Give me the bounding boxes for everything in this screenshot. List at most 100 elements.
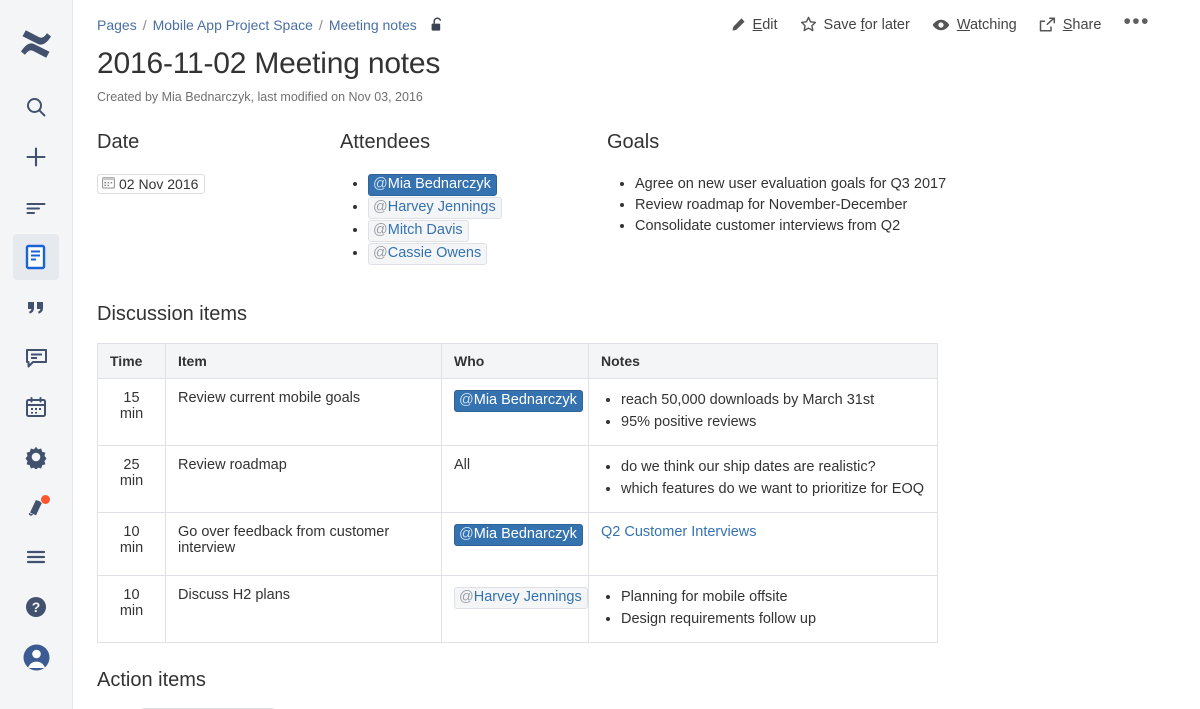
date-value-chip[interactable]: 02 Nov 2016 [97, 174, 205, 194]
save-for-later-button[interactable]: Save for later [800, 16, 910, 33]
breadcrumb-item-space[interactable]: Mobile App Project Space [153, 17, 313, 33]
plus-icon[interactable] [13, 134, 59, 180]
at-symbol: @ [373, 199, 388, 215]
mention-name: Harvey Jennings [388, 199, 496, 215]
save-for-later-label: Save for later [824, 17, 910, 33]
share-button[interactable]: Share [1039, 17, 1102, 33]
notes-list: Planning for mobile offsite Design requi… [601, 587, 925, 629]
notes-list: reach 50,000 downloads by March 31st 95%… [601, 390, 925, 432]
quote-icon[interactable] [13, 284, 59, 330]
table-row: 25 min Review roadmap All do we think ou… [98, 446, 938, 513]
discussion-items-table: Time Item Who Notes 15 min Review curren… [97, 343, 938, 643]
hamburger-icon[interactable] [13, 534, 59, 580]
list-item: @Mitch Davis [368, 220, 607, 242]
feed-lines-icon[interactable] [13, 184, 59, 230]
list-item: Design requirements follow up [621, 609, 925, 629]
mention-name: Mia Bednarczyk [474, 526, 577, 542]
star-icon [800, 16, 817, 33]
mention-pill[interactable]: @Harvey Jennings [454, 587, 588, 609]
mention-name: Mia Bednarczyk [388, 176, 491, 192]
page-document-icon [24, 244, 48, 270]
attendees-list: @Mia Bednarczyk @Harvey Jennings @Mitch … [340, 174, 607, 265]
cell-notes: do we think our ship dates are realistic… [589, 446, 938, 513]
breadcrumb-item-meeting-notes[interactable]: Meeting notes [329, 17, 417, 33]
list-item: Review roadmap for November-December [635, 195, 1176, 215]
cell-who: @Mia Bednarczyk [442, 513, 589, 576]
page-title: 2016-11-02 Meeting notes [97, 47, 1176, 81]
cell-item: Review current mobile goals [166, 379, 442, 446]
column-header-item: Item [166, 344, 442, 379]
cell-time: 10 min [98, 513, 166, 576]
calendar-icon[interactable] [13, 384, 59, 430]
avatar-icon[interactable] [13, 634, 59, 680]
page-main-body: 2016-11-02 Meeting notes Created by Mia … [73, 47, 1200, 709]
list-item: do we think our ship dates are realistic… [621, 457, 925, 477]
list-item: reach 50,000 downloads by March 31st [621, 390, 925, 410]
discussion-heading: Discussion items [97, 303, 1176, 326]
cell-notes: Q2 Customer Interviews [589, 513, 938, 576]
cell-who: All [442, 446, 589, 513]
mention-pill[interactable]: @Mia Bednarczyk [368, 174, 497, 196]
watching-button[interactable]: Watching [932, 17, 1017, 33]
mention-name: Mia Bednarczyk [474, 392, 577, 408]
cell-notes: Planning for mobile offsite Design requi… [589, 576, 938, 643]
page-actions-toolbar: Edit Save for later [730, 15, 1176, 33]
speech-bubble-icon[interactable] [13, 334, 59, 380]
mention-name: Harvey Jennings [474, 589, 582, 605]
list-item: @Harvey Jennings [368, 197, 607, 219]
global-sidebar: ? [0, 0, 73, 709]
list-item: which features do we want to prioritize … [621, 479, 925, 499]
calendar-small-icon [102, 176, 115, 192]
mention-name: Cassie Owens [388, 245, 481, 261]
goals-list: Agree on new user evaluation goals for Q… [607, 174, 1176, 236]
at-symbol: @ [373, 176, 388, 192]
share-label: Share [1063, 17, 1102, 33]
page-content: Pages / Mobile App Project Space / Meeti… [73, 0, 1200, 709]
list-item: Planning for mobile offsite [621, 587, 925, 607]
cell-item: Discuss H2 plans [166, 576, 442, 643]
cell-time: 15 min [98, 379, 166, 446]
edit-button[interactable]: Edit [730, 17, 778, 33]
watching-label: Watching [957, 17, 1017, 33]
cell-who: @Harvey Jennings [442, 576, 589, 643]
cell-time: 25 min [98, 446, 166, 513]
mention-pill[interactable]: @Mitch Davis [368, 220, 469, 242]
date-value-text: 02 Nov 2016 [119, 176, 198, 192]
at-symbol: @ [459, 392, 474, 408]
unlocked-padlock-icon[interactable] [431, 17, 444, 33]
sidebar-item-pages[interactable] [13, 234, 59, 280]
at-symbol: @ [459, 589, 474, 605]
list-item: @Mia Bednarczyk [368, 174, 607, 196]
more-actions-button[interactable]: ••• [1123, 17, 1150, 33]
gear-icon[interactable] [13, 434, 59, 480]
confluence-logo-icon[interactable] [13, 18, 59, 70]
cell-item: Go over feedback from customer interview [166, 513, 442, 576]
table-row: 10 min Go over feedback from customer in… [98, 513, 938, 576]
goals-heading: Goals [607, 131, 1176, 154]
mention-pill[interactable]: @Cassie Owens [368, 243, 487, 265]
table-header-row: Time Item Who Notes [98, 344, 938, 379]
mention-pill[interactable]: @Mia Bednarczyk [454, 524, 583, 546]
breadcrumb-separator: / [143, 17, 147, 33]
discussion-section: Discussion items Time Item Who Notes [97, 303, 1176, 643]
help-circle-icon[interactable]: ? [13, 584, 59, 630]
notes-list: do we think our ship dates are realistic… [601, 457, 925, 499]
notes-link[interactable]: Q2 Customer Interviews [601, 524, 757, 540]
action-items-heading: Action items [97, 669, 1176, 692]
mention-pill[interactable]: @Harvey Jennings [368, 197, 502, 219]
column-header-who: Who [442, 344, 589, 379]
breadcrumb: Pages / Mobile App Project Space / Meeti… [97, 15, 444, 33]
breadcrumb-item-pages[interactable]: Pages [97, 17, 137, 33]
breadcrumb-separator: / [319, 17, 323, 33]
list-item: 95% positive reviews [621, 412, 925, 432]
date-column: Date [97, 131, 340, 266]
page-byline: Created by Mia Bednarczyk, last modified… [97, 90, 1176, 104]
bell-icon[interactable] [13, 484, 59, 530]
list-item: Agree on new user evaluation goals for Q… [635, 174, 1176, 194]
cell-time: 10 min [98, 576, 166, 643]
search-icon[interactable] [13, 84, 59, 130]
table-row: 10 min Discuss H2 plans @Harvey Jennings… [98, 576, 938, 643]
mention-pill[interactable]: @Mia Bednarczyk [454, 390, 583, 412]
column-header-notes: Notes [589, 344, 938, 379]
date-heading: Date [97, 131, 340, 154]
